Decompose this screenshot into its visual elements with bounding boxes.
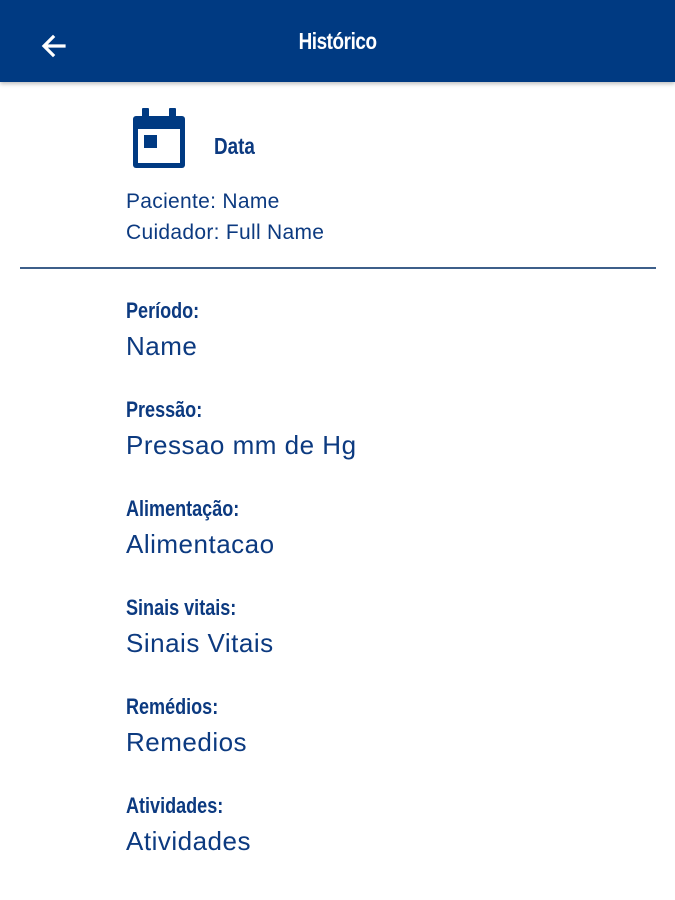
field-label: Alimentação: [126,496,240,521]
field-sinais-vitais: Sinais vitais: Sinais Vitais [126,594,274,659]
field-pressao: Pressão: Pressao mm de Hg [126,396,357,461]
field-alimentacao: Alimentação: Alimentacao [126,495,275,560]
field-label: Período: [126,298,200,323]
field-periodo: Período: Name [126,297,215,362]
field-value: Name [126,331,198,361]
field-remedios: Remédios: Remedios [126,693,247,758]
field-value: Remedios [126,727,248,757]
field-atividades: Atividades: Atividades [126,792,251,857]
divider [20,267,656,269]
calendar-icon [133,108,185,168]
field-label: Remédios: [126,694,219,719]
caregiver-info: Cuidador: Full Name [126,221,325,244]
field-value: Alimentacao [126,529,275,559]
date-label: Data [214,132,255,159]
page-title: Histórico [298,27,377,54]
field-value: Atividades [126,826,251,856]
field-value: Sinais Vitais [126,628,274,658]
back-button[interactable] [34,26,74,66]
field-value: Pressao mm de Hg [126,430,357,460]
field-label: Sinais vitais: [126,595,237,620]
arrow-left-icon [41,34,66,58]
field-label: Pressão: [126,397,203,422]
field-label: Atividades: [126,793,224,818]
patient-info: Paciente: Name [126,190,280,213]
date-row: Data [131,108,264,170]
app-bar: Histórico [0,0,675,82]
